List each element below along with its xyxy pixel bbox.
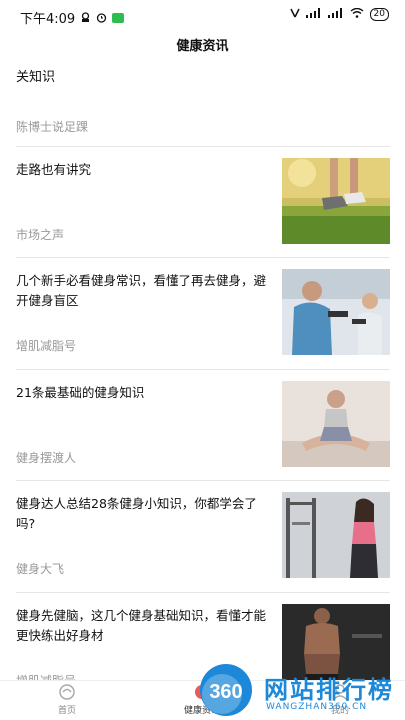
home-icon [58, 683, 76, 701]
article-title: 几个新手必看健身常识，看懂了再去健身，避开健身盲区 [16, 273, 267, 308]
news-icon [193, 683, 211, 701]
nav-health-news-label: 健康资讯 [183, 706, 220, 716]
article-title-partial[interactable]: 关知识 [16, 66, 55, 85]
status-right: 20 [289, 7, 389, 21]
article-title: 健身达人总结28条健身小知识，你都学会了吗? [16, 496, 257, 531]
signal-icon [305, 8, 322, 21]
article-source: 健身摆渡人 [16, 451, 77, 465]
divider [16, 369, 390, 370]
article-title: 健身先健脑，这几个健身基础知识，看懂才能更快练出好身材 [16, 608, 267, 643]
nav-home[interactable]: 首页 [27, 681, 107, 716]
article-item[interactable]: 走路也有讲究 市场之声 [0, 158, 405, 269]
nav-home-label: 首页 [57, 706, 76, 716]
profile-icon [331, 683, 349, 701]
signal-2-icon [327, 8, 344, 21]
article-source: 增肌减脂号 [16, 339, 77, 353]
alarm-icon [96, 12, 107, 23]
woman-stretching-thumb [282, 381, 390, 467]
article-item[interactable]: 几个新手必看健身常识，看懂了再去健身，避开健身盲区 增肌减脂号 [0, 269, 405, 380]
divider [16, 257, 390, 258]
article-source: 健身大飞 [16, 562, 65, 576]
status-time: 下午4:09 [20, 12, 76, 27]
privacy-icon [80, 12, 91, 23]
woman-gym-thumb [282, 492, 390, 578]
nfc-icon [289, 8, 300, 21]
divider [16, 592, 390, 593]
bottom-nav: 首页 健康资讯 我的 [0, 680, 405, 720]
dumbbell-father-son-thumb [282, 269, 390, 355]
page-title: 健康资讯 [176, 39, 229, 54]
article-item[interactable]: 21条最基础的健身知识 健身摆渡人 [0, 381, 405, 492]
divider [16, 146, 390, 147]
running-shoes-thumb [282, 158, 390, 244]
article-source-partial: 陈博士说足踝 [16, 120, 89, 134]
divider [16, 480, 390, 481]
article-source: 市场之声 [16, 228, 65, 242]
article-item[interactable]: 健身达人总结28条健身小知识，你都学会了吗? 健身大飞 [0, 492, 405, 603]
muscle-man-thumb [282, 604, 390, 690]
wechat-icon [112, 12, 125, 23]
article-title: 21条最基础的健身知识 [16, 385, 145, 400]
nav-profile-label: 我的 [330, 706, 349, 716]
wifi-icon [350, 7, 364, 21]
status-bar: 下午4:09 20 [0, 0, 405, 30]
nav-health-news[interactable]: 健康资讯 [162, 681, 242, 716]
battery-icon: 20 [369, 8, 389, 21]
status-left: 下午4:09 [20, 8, 125, 27]
nav-profile[interactable]: 我的 [300, 681, 380, 716]
article-title: 走路也有讲究 [16, 162, 92, 177]
